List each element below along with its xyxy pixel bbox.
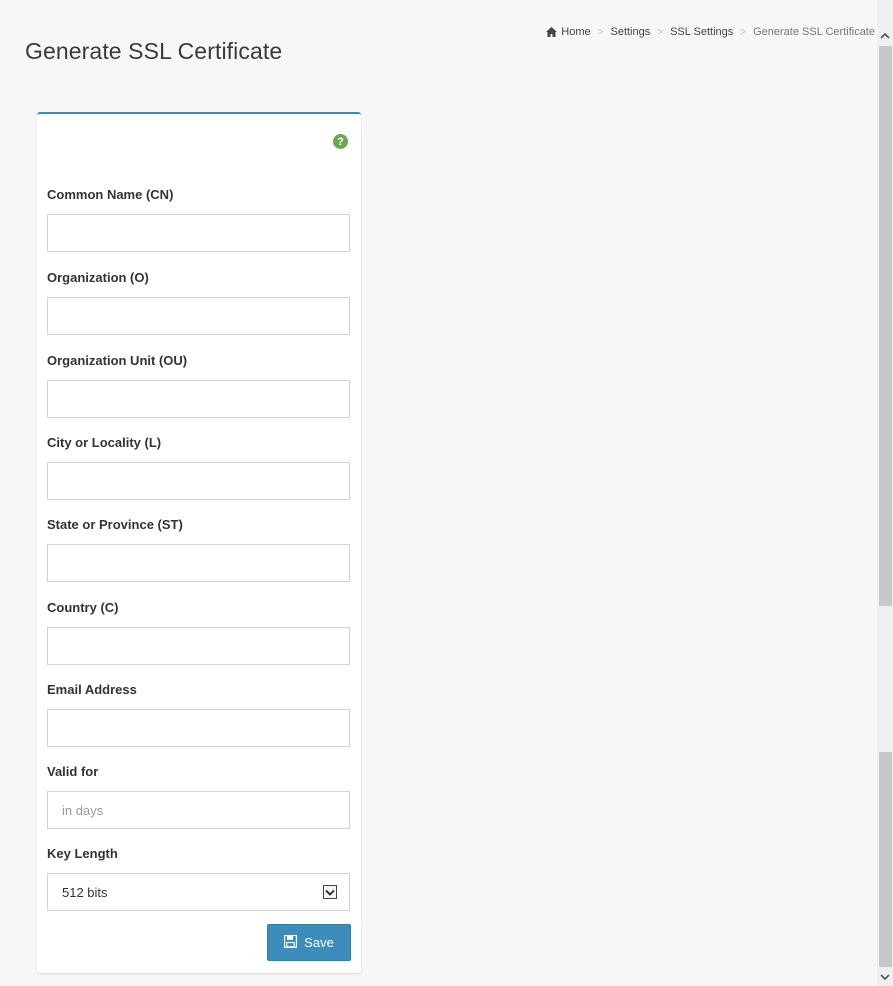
breadcrumb: Home > Settings > SSL Settings > Generat… bbox=[546, 26, 875, 38]
state-label: State or Province (ST) bbox=[47, 517, 183, 532]
city-input[interactable] bbox=[47, 462, 350, 500]
email-input[interactable] bbox=[47, 709, 350, 747]
valid-for-group: Valid for bbox=[47, 764, 350, 829]
page-title: Generate SSL Certificate bbox=[25, 38, 283, 64]
organization-unit-label: Organization Unit (OU) bbox=[47, 353, 188, 368]
key-length-label: Key Length bbox=[47, 846, 118, 861]
breadcrumb-settings[interactable]: Settings bbox=[610, 26, 650, 38]
chevron-down-icon[interactable] bbox=[323, 885, 337, 899]
save-button[interactable]: Save bbox=[267, 924, 351, 961]
country-input[interactable] bbox=[47, 627, 350, 665]
organization-label: Organization (O) bbox=[47, 270, 149, 285]
country-group: Country (C) bbox=[47, 600, 350, 665]
valid-for-input[interactable] bbox=[47, 791, 350, 829]
vertical-scrollbar[interactable] bbox=[877, 0, 893, 986]
breadcrumb-separator: > bbox=[657, 26, 664, 38]
organization-group: Organization (O) bbox=[47, 270, 350, 335]
organization-unit-group: Organization Unit (OU) bbox=[47, 353, 350, 418]
valid-for-label: Valid for bbox=[47, 764, 99, 779]
breadcrumb-separator: > bbox=[597, 26, 604, 38]
common-name-label: Common Name (CN) bbox=[47, 187, 174, 202]
scrollbar-thumb[interactable] bbox=[879, 752, 892, 967]
question-circle-icon[interactable]: ? bbox=[333, 134, 348, 149]
country-label: Country (C) bbox=[47, 600, 119, 615]
key-length-group: Key Length 512 bits bbox=[47, 846, 350, 911]
key-length-select[interactable]: 512 bits bbox=[47, 873, 350, 911]
scrollbar-thumb[interactable] bbox=[879, 46, 892, 606]
save-label: Save bbox=[304, 935, 334, 950]
organization-input[interactable] bbox=[47, 297, 350, 335]
key-length-value: 512 bits bbox=[62, 884, 108, 900]
floppy-disk-icon bbox=[284, 934, 298, 951]
common-name-input[interactable] bbox=[47, 214, 350, 252]
breadcrumb-separator: > bbox=[740, 26, 747, 38]
breadcrumb-home[interactable]: Home bbox=[561, 26, 590, 38]
ssl-form-panel: ? Common Name (CN) Organization (O) Orga… bbox=[37, 112, 361, 973]
city-label: City or Locality (L) bbox=[47, 435, 162, 450]
scroll-down-icon[interactable] bbox=[877, 968, 893, 986]
city-group: City or Locality (L) bbox=[47, 435, 350, 500]
organization-unit-input[interactable] bbox=[47, 380, 350, 418]
state-group: State or Province (ST) bbox=[47, 517, 350, 582]
email-label: Email Address bbox=[47, 682, 137, 697]
breadcrumb-current: Generate SSL Certificate bbox=[753, 26, 875, 38]
common-name-group: Common Name (CN) bbox=[47, 187, 350, 252]
scroll-up-icon[interactable] bbox=[877, 26, 893, 44]
home-icon[interactable] bbox=[546, 27, 558, 37]
breadcrumb-ssl-settings[interactable]: SSL Settings bbox=[670, 26, 733, 38]
email-group: Email Address bbox=[47, 682, 350, 747]
state-input[interactable] bbox=[47, 544, 350, 582]
